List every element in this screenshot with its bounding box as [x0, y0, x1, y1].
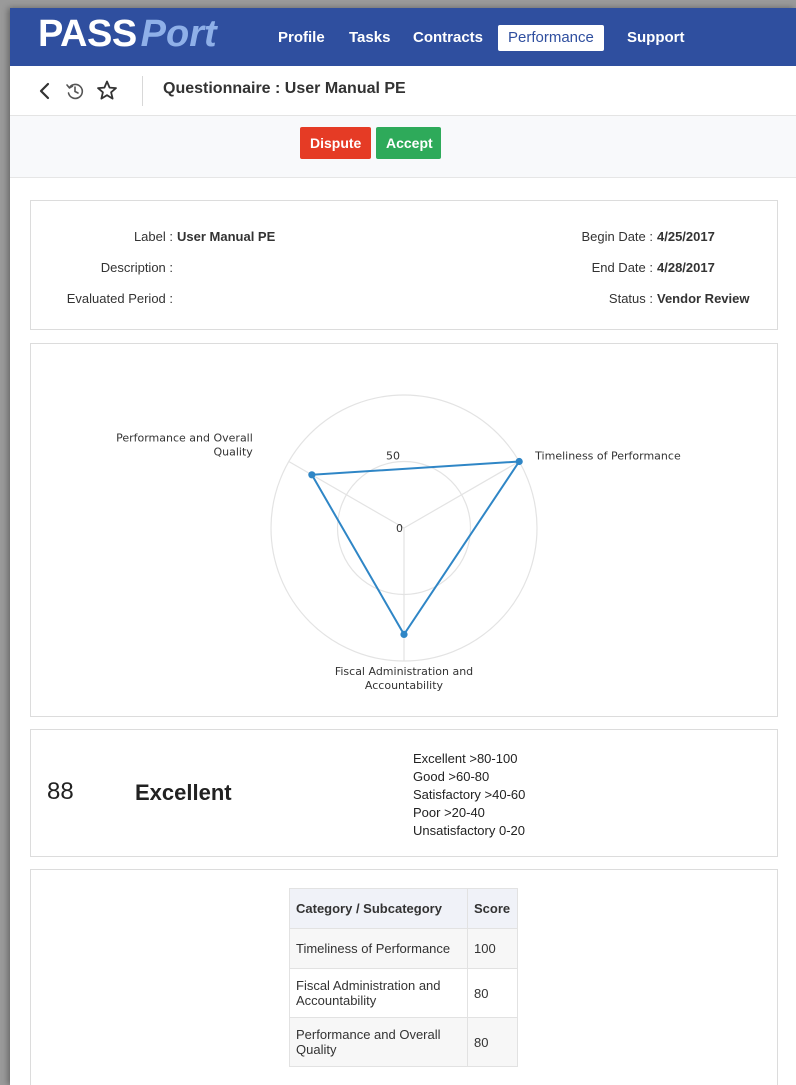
table-cell-score: 100 — [467, 928, 518, 969]
evaluation-info-panel: Label : User Manual PE Description : Eval… — [30, 200, 778, 330]
app-window: PASS Port Profile Tasks Contracts Perfor… — [10, 8, 796, 1085]
end-date-key: End Date : — [591, 260, 653, 275]
legend-item-poor: Poor >20-40 — [413, 805, 485, 820]
score-table-panel: Category / Subcategory Score Timeliness … — [30, 869, 778, 1085]
tick-label-50: 50 — [386, 450, 400, 463]
legend-item-unsatisfactory: Unsatisfactory 0-20 — [413, 823, 525, 838]
table-cell-category: Fiscal Administration and Accountability — [289, 968, 468, 1018]
label-row: Label : User Manual PE — [31, 229, 275, 244]
nav-performance[interactable]: Performance — [498, 25, 604, 51]
action-bar: Dispute Accept — [10, 116, 796, 178]
begin-date-key: Begin Date : — [581, 229, 653, 244]
radar-chart-svg: 0 50 Timeliness of Performance Fiscal Admin… — [116, 394, 681, 692]
overall-score-value: 88 — [47, 778, 74, 805]
table-row: Performance and Overall Quality 80 — [289, 1017, 518, 1067]
toolbar-divider — [142, 76, 143, 106]
table-header-row: Category / Subcategory Score — [289, 888, 518, 929]
nav-contracts[interactable]: Contracts — [413, 25, 483, 51]
page-title: Questionnaire : User Manual PE — [163, 80, 406, 97]
evaluated-period-key: Evaluated Period : — [66, 291, 173, 306]
column-header-category: Category / Subcategory — [289, 888, 468, 929]
axis-spoke-3 — [288, 460, 405, 529]
logo-text-pass: PASS — [38, 13, 137, 55]
rating-legend: Excellent >80-100 Good >60-80 Satisfacto… — [413, 750, 525, 840]
table-cell-score: 80 — [467, 1017, 518, 1067]
data-point-1 — [515, 457, 523, 466]
begin-date-value: 4/25/2017 — [657, 229, 715, 244]
nav-profile[interactable]: Profile — [278, 25, 325, 51]
data-point-2 — [400, 630, 408, 638]
series-line — [310, 460, 522, 637]
description-row: Description : — [31, 260, 177, 275]
nav-tasks[interactable]: Tasks — [349, 25, 390, 51]
top-nav: PASS Port Profile Tasks Contracts Perfor… — [10, 8, 796, 66]
end-date-row: End Date : 4/28/2017 — [461, 260, 715, 275]
passport-logo[interactable]: PASS Port — [38, 13, 217, 61]
status-key: Status : — [608, 291, 653, 306]
label-value: User Manual PE — [177, 229, 276, 244]
axis-label-3: Performance and Overall Quality — [116, 432, 253, 459]
axis-label-1: Timeliness of Performance — [534, 450, 681, 463]
tick-label-0: 0 — [396, 522, 403, 535]
table-row: Timeliness of Performance 100 — [289, 928, 518, 969]
label-key: Label : — [133, 229, 173, 244]
status-value: Vendor Review — [657, 291, 750, 306]
data-point-3 — [308, 471, 316, 479]
overall-score-panel: 88 Excellent Excellent >80-100 Good >60-… — [30, 729, 778, 857]
legend-item-excellent: Excellent >80-100 — [413, 751, 518, 766]
nav-support[interactable]: Support — [627, 25, 685, 51]
axis-spoke-1 — [403, 460, 520, 529]
overall-score-rating: Excellent — [135, 780, 232, 805]
history-icon[interactable] — [62, 78, 88, 104]
star-icon[interactable] — [94, 78, 120, 104]
axis-label-2: Fiscal Administration and Accountability — [335, 665, 473, 692]
dispute-button[interactable]: Dispute — [300, 127, 371, 159]
evaluated-period-row: Evaluated Period : — [31, 291, 177, 306]
table-row: Fiscal Administration and Accountability… — [289, 968, 518, 1018]
chevron-left-icon[interactable] — [32, 78, 58, 104]
logo-text-port: Port — [140, 13, 217, 55]
table-cell-category: Timeliness of Performance — [289, 928, 468, 969]
table-cell-category: Performance and Overall Quality — [289, 1017, 468, 1067]
accept-button[interactable]: Accept — [376, 127, 441, 159]
score-table: Category / Subcategory Score Timeliness … — [289, 888, 518, 1067]
end-date-value: 4/28/2017 — [657, 260, 715, 275]
performance-radar-chart: 0 50 Timeliness of Performance Fiscal Admin… — [30, 343, 778, 717]
status-row: Status : Vendor Review — [461, 291, 750, 306]
legend-item-good: Good >60-80 — [413, 769, 490, 784]
begin-date-row: Begin Date : 4/25/2017 — [461, 229, 715, 244]
page-toolbar: Questionnaire : User Manual PE — [10, 66, 796, 116]
legend-item-satisfactory: Satisfactory >40-60 — [413, 787, 526, 802]
table-cell-score: 80 — [467, 968, 518, 1018]
description-key: Description : — [100, 260, 173, 275]
column-header-score: Score — [467, 888, 518, 929]
